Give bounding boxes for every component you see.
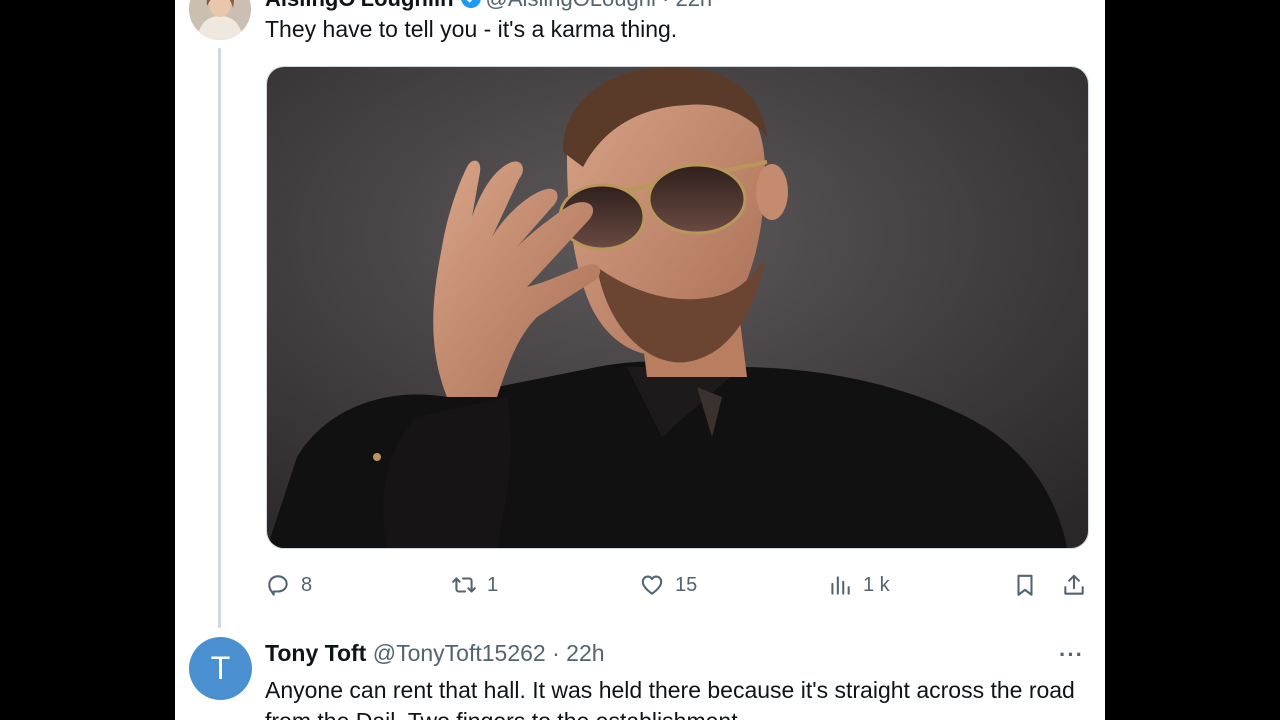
timestamp[interactable]: 22h xyxy=(675,0,712,11)
share-icon xyxy=(1064,574,1084,595)
thread-connector-line xyxy=(218,48,221,628)
views-button[interactable]: 1 k xyxy=(827,568,890,602)
like-button[interactable]: 15 xyxy=(639,568,697,602)
tweet-header: Tony Toft @TonyToft15262 · 22h xyxy=(265,640,605,667)
display-name[interactable]: AislingO'Loughlin xyxy=(265,0,454,11)
bookmark-button[interactable] xyxy=(1012,568,1038,602)
reply-button[interactable]: 8 xyxy=(265,568,312,602)
reply-icon xyxy=(268,575,288,596)
photo-man-sunglasses xyxy=(267,67,1088,548)
avatar-letter: T xyxy=(210,650,231,686)
tweet-header: AislingO'Loughlin @AislingOLoughl · 22h xyxy=(265,0,712,15)
handle[interactable]: @AislingOLoughl xyxy=(486,0,656,11)
share-button[interactable] xyxy=(1061,568,1087,602)
tweet-text: Anyone can rent that hall. It was held t… xyxy=(265,677,1075,720)
tweet-action-bar: 8 1 15 1 k xyxy=(265,568,1087,602)
verified-badge-icon xyxy=(460,0,482,15)
avatar[interactable]: T xyxy=(189,637,252,700)
timestamp[interactable]: 22h xyxy=(566,640,604,666)
handle[interactable]: @TonyToft15262 xyxy=(373,640,546,666)
like-count: 15 xyxy=(675,573,698,596)
bookmark-icon xyxy=(1017,574,1033,596)
reply-count: 8 xyxy=(301,573,313,596)
timeline-column: AislingO'Loughlin @AislingOLoughl · 22h T… xyxy=(175,0,1105,720)
avatar[interactable] xyxy=(189,0,251,40)
retweet-button[interactable]: 1 xyxy=(451,568,498,602)
tweet-media-image[interactable] xyxy=(266,66,1089,549)
views-count: 1 k xyxy=(863,573,890,596)
like-icon xyxy=(641,575,663,595)
separator: · xyxy=(662,0,669,11)
display-name[interactable]: Tony Toft xyxy=(265,640,366,666)
retweet-count: 1 xyxy=(487,573,499,596)
tweet-text: They have to tell you - it's a karma thi… xyxy=(265,16,678,42)
retweet-icon xyxy=(452,577,476,593)
avatar-photo xyxy=(189,0,251,40)
more-options-button[interactable]: ··· xyxy=(1059,642,1084,668)
views-icon xyxy=(831,576,850,595)
separator: · xyxy=(552,640,560,666)
